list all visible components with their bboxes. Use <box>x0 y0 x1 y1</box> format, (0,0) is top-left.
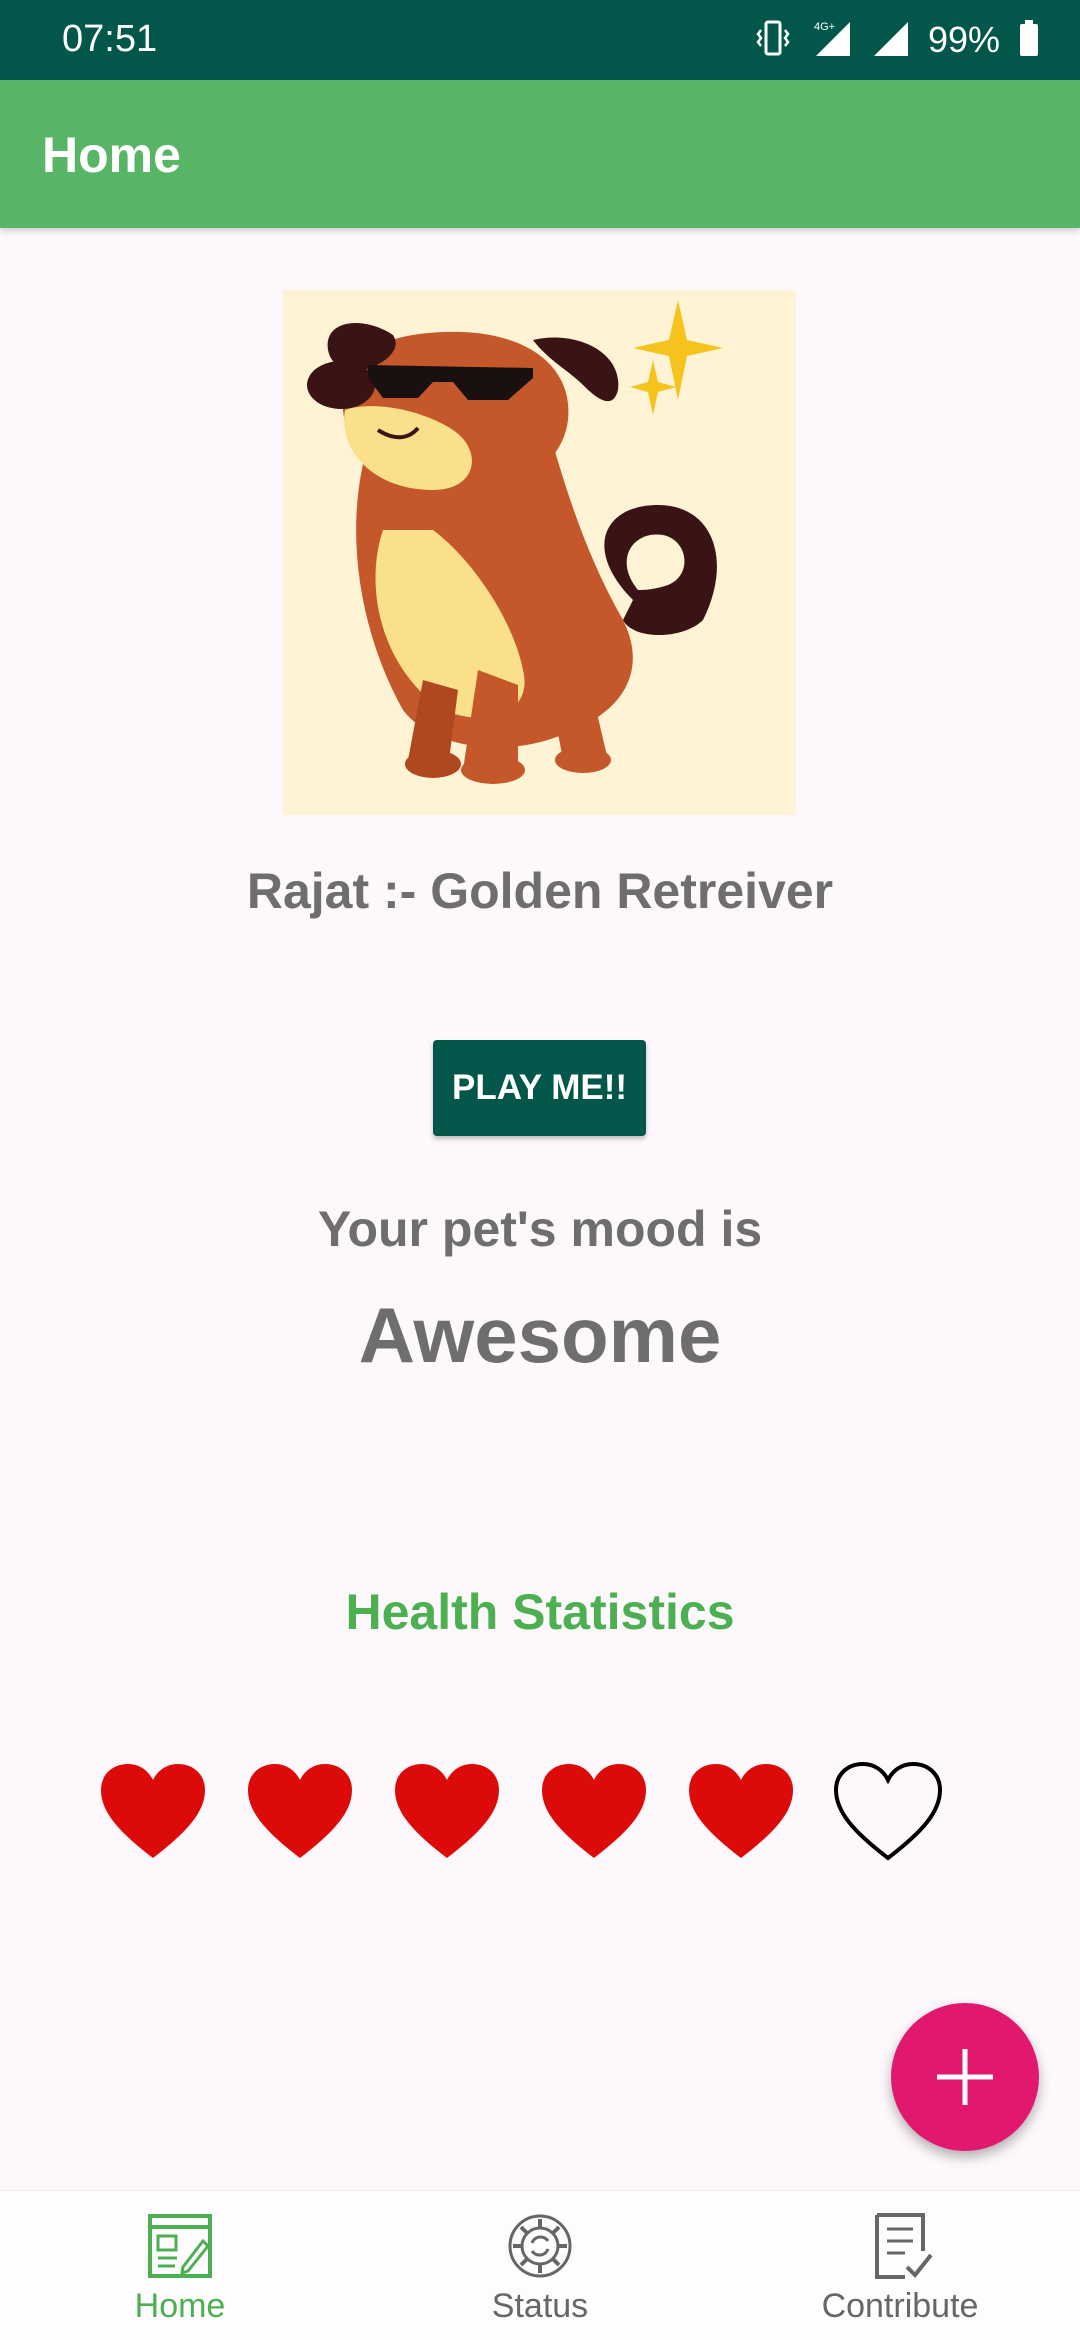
network-badge: 4G+ <box>814 21 835 33</box>
status-time: 07:51 <box>62 18 158 60</box>
heart-empty-icon <box>834 1762 942 1861</box>
status-bar: 07:51 4G+ 99% <box>0 0 1080 80</box>
page-title: Home <box>42 127 181 183</box>
signal-4g-icon: 4G+ <box>808 18 852 63</box>
pet-image <box>283 290 796 815</box>
heart-filled-icon <box>689 1764 793 1858</box>
battery-percent: 99% <box>927 19 1000 60</box>
screen: 07:51 4G+ 99% Home Rajat:- Golden Retre… <box>0 0 1080 2340</box>
health-statistics-title: Health Statistics <box>345 1584 735 1640</box>
add-fab-button[interactable] <box>891 2003 1039 2151</box>
signal-icon <box>870 18 910 63</box>
nav-item-home[interactable]: Home <box>0 2191 360 2340</box>
nav-label-home: Home <box>134 2287 226 2325</box>
heart-filled-icon <box>542 1764 646 1858</box>
app-bar: Home <box>0 80 1080 228</box>
heart-filled-icon <box>395 1764 499 1858</box>
mood-label: Your pet's mood is <box>317 1201 763 1257</box>
nav-item-status[interactable]: Status <box>360 2191 720 2340</box>
heart-filled-icon <box>101 1764 205 1858</box>
nav-label-contribute: Contribute <box>821 2287 979 2325</box>
nav-label-status: Status <box>491 2287 589 2325</box>
bottom-navigation: Home Status Contribute <box>0 2190 1080 2340</box>
dog-with-sunglasses-illustration <box>283 290 796 815</box>
status-gear-icon <box>508 2214 572 2278</box>
home-dashboard-icon <box>148 2214 212 2278</box>
vibrate-icon <box>756 18 790 63</box>
nav-item-contribute[interactable]: Contribute <box>720 2191 1080 2340</box>
status-icons: 4G+ 99% <box>756 16 1040 64</box>
mood-value: Awesome <box>358 1291 722 1379</box>
health-hearts <box>0 1762 1080 1862</box>
contribute-checklist-icon <box>875 2213 933 2279</box>
pet-name: Rajat :- Golden Retreiver <box>246 863 834 919</box>
battery-icon <box>1018 18 1040 63</box>
play-me-button[interactable]: PLAY ME!! <box>433 1040 646 1136</box>
plus-icon <box>937 2049 993 2105</box>
heart-filled-icon <box>248 1764 352 1858</box>
